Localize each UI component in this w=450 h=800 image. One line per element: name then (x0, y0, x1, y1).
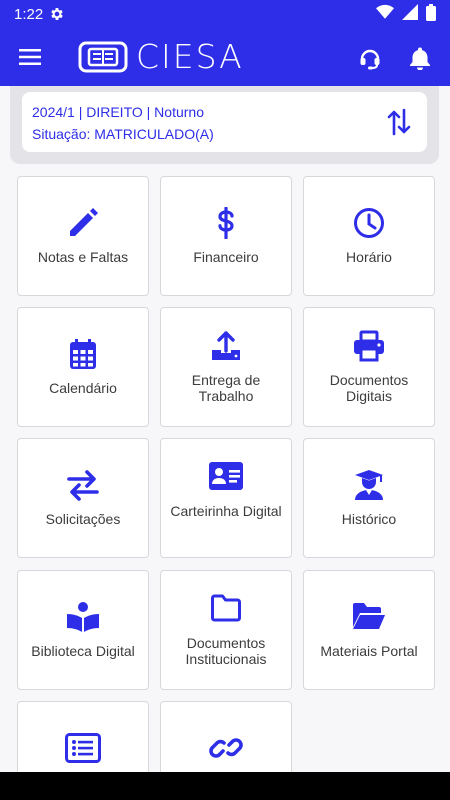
tile-label: Biblioteca Digital (31, 643, 135, 659)
tile-label: Materiais Portal (320, 643, 418, 659)
tile-entrega-de-trabalho[interactable]: Entrega de Trabalho (160, 307, 292, 427)
dollar-icon (161, 207, 291, 239)
tile-label: Solicitações (45, 511, 121, 527)
swap-vertical-icon (387, 108, 411, 136)
brand-name: CIESA (136, 37, 244, 76)
list-icon (18, 733, 148, 763)
tile-label: Histórico (341, 511, 397, 527)
clock-icon (304, 207, 434, 239)
tile-label: Documentos Digitais (329, 372, 409, 404)
folder-icon (161, 593, 291, 623)
folder-open-icon (304, 601, 434, 631)
course-panel: 2024/1 | DIREITO | Noturno Situação: MAT… (10, 86, 439, 164)
tile-carteirinha-digital[interactable]: Carteirinha Digital (160, 438, 292, 558)
tile-label: Horário (346, 249, 392, 265)
headset-icon (360, 49, 380, 70)
tile-historico[interactable]: Histórico (303, 438, 435, 558)
tile-label: Notas e Faltas (37, 249, 129, 265)
tile-label: Carteirinha Digital (170, 503, 282, 519)
exchange-icon (18, 469, 148, 501)
status-bar: 1:22 (0, 0, 450, 28)
system-navigation-bar (0, 772, 450, 800)
book-logo-icon (78, 41, 128, 73)
support-button[interactable] (356, 44, 384, 72)
tile-solicitacoes[interactable]: Solicitações (17, 438, 149, 558)
enrollment-status: Situação: MATRICULADO(A) (32, 126, 214, 142)
tile-label: Financeiro (193, 249, 259, 265)
link-icon (161, 732, 291, 764)
bell-icon (410, 47, 430, 70)
tile-documentos-institucionais[interactable]: Documentos Institucionais (160, 570, 292, 690)
settings-status-icon (49, 6, 65, 22)
course-card[interactable]: 2024/1 | DIREITO | Noturno Situação: MAT… (22, 92, 427, 152)
calendar-icon (18, 338, 148, 370)
upload-icon (161, 330, 291, 362)
reader-icon (18, 601, 148, 633)
graduate-icon (304, 469, 434, 501)
app-bar: CIESA (0, 28, 450, 86)
id-card-icon (161, 461, 291, 491)
tile-notas-e-faltas[interactable]: Notas e Faltas (17, 176, 149, 296)
wifi-icon (376, 4, 394, 24)
tile-materiais-portal[interactable]: Materiais Portal (303, 570, 435, 690)
switch-course-button[interactable] (385, 108, 413, 136)
status-time: 1:22 (14, 5, 44, 23)
brand-logo: CIESA (78, 40, 244, 74)
tile-label: Documentos Institucionais (185, 635, 267, 667)
tile-financeiro[interactable]: Financeiro (160, 176, 292, 296)
tile-label: Calendário (49, 380, 117, 396)
tile-biblioteca-digital[interactable]: Biblioteca Digital (17, 570, 149, 690)
tile-documentos-digitais[interactable]: Documentos Digitais (303, 307, 435, 427)
hamburger-icon (19, 49, 41, 65)
tile-label: Entrega de Trabalho (191, 372, 261, 404)
tile-calendario[interactable]: Calendário (17, 307, 149, 427)
signal-icon (402, 4, 418, 24)
course-info: 2024/1 | DIREITO | Noturno (32, 104, 204, 120)
battery-icon (426, 3, 436, 25)
menu-button[interactable] (14, 44, 46, 70)
pencil-icon (18, 207, 148, 239)
tile-horario[interactable]: Horário (303, 176, 435, 296)
notifications-button[interactable] (406, 44, 434, 72)
printer-icon (304, 330, 434, 362)
